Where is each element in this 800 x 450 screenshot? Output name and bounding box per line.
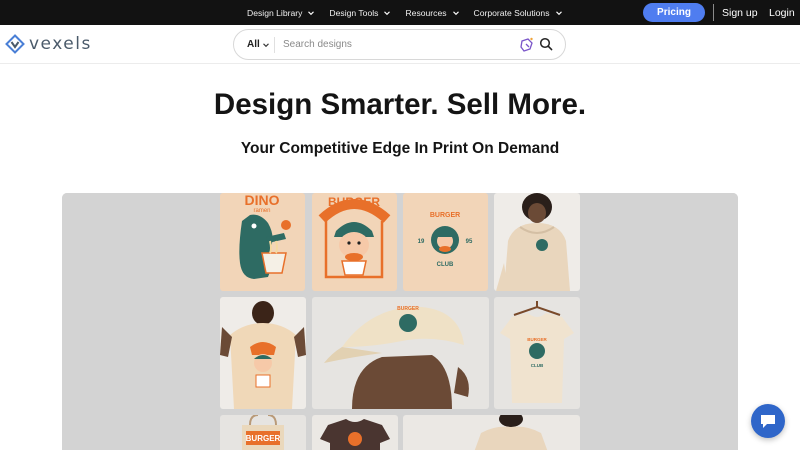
ai-magic-icon[interactable] xyxy=(519,36,535,53)
club-text: CLUB xyxy=(531,363,544,368)
vexels-logo[interactable]: vexels xyxy=(5,34,92,54)
nav-label: Design Library xyxy=(247,7,303,18)
hoodie-mockup-tile[interactable] xyxy=(494,193,580,291)
burger-club-illustration: BURGER 19 95 CLUB xyxy=(418,212,473,268)
nav-corporate-solutions[interactable]: Corporate Solutions xyxy=(474,8,563,18)
nav-design-library[interactable]: Design Library xyxy=(247,8,315,18)
dark-tshirt-tile[interactable] xyxy=(312,415,398,450)
burger-title-text: BURGER xyxy=(246,434,281,443)
nav-design-tools[interactable]: Design Tools xyxy=(329,8,391,18)
nav-label: Resources xyxy=(405,7,447,18)
chevron-down-icon xyxy=(555,10,562,15)
chevron-down-icon xyxy=(384,10,391,15)
year-right-text: 95 xyxy=(466,239,473,245)
sweatshirt-model-photo xyxy=(474,415,548,450)
dino-ramen-design-tile[interactable]: DINO ramen xyxy=(220,193,305,291)
burger-title-text: BURGER xyxy=(328,195,380,209)
hoodie-model-photo xyxy=(496,193,570,291)
dino-ramen-illustration: DINO ramen xyxy=(239,193,291,279)
search-divider xyxy=(274,37,275,53)
hanger-tshirt-photo: BURGER CLUB xyxy=(500,301,574,403)
search-category-select[interactable]: All xyxy=(247,30,270,59)
burger-boy-design-tile[interactable]: BURGER xyxy=(312,193,397,291)
nav-label: Design Tools xyxy=(329,7,379,18)
dark-tshirt-photo xyxy=(320,419,390,450)
vexels-logo-icon xyxy=(5,34,25,54)
left-fade-panel xyxy=(62,193,220,450)
dino-title-text: DINO xyxy=(245,193,280,208)
chevron-down-icon xyxy=(452,10,459,15)
cap-model-photo: BURGER xyxy=(324,306,469,409)
search-icon[interactable] xyxy=(539,37,553,51)
nav-label: Corporate Solutions xyxy=(473,7,550,18)
burger-title-text: BURGER xyxy=(430,212,460,219)
cap-mockup-tile[interactable]: BURGER xyxy=(312,297,489,409)
search-bar: All xyxy=(233,29,566,60)
tote-bag-photo: BURGER xyxy=(242,415,284,450)
search-category-label: All xyxy=(247,39,260,50)
signup-link[interactable]: Sign up xyxy=(722,0,758,25)
chat-icon xyxy=(761,415,775,428)
burger-boy-illustration: BURGER xyxy=(318,195,391,279)
search-input[interactable] xyxy=(283,35,503,54)
pricing-button[interactable]: Pricing xyxy=(643,3,705,22)
logo-text: vexels xyxy=(29,34,92,54)
login-link[interactable]: Login xyxy=(769,0,795,25)
tshirt-model-photo xyxy=(220,301,306,409)
showcase-gallery: DINO ramen BURGER BURGER 19 95 CLUB BURG… xyxy=(62,193,738,450)
tshirt-model-tile[interactable] xyxy=(220,297,306,409)
top-bar: Design Library Design Tools Resources Co… xyxy=(0,0,800,25)
chevron-down-icon xyxy=(262,42,269,47)
nav-divider xyxy=(713,4,714,21)
dino-sub-text: ramen xyxy=(253,208,270,214)
year-left-text: 19 xyxy=(418,239,425,245)
burger-club-design-tile[interactable]: BURGER 19 95 CLUB xyxy=(403,193,488,291)
burger-title-text: BURGER xyxy=(397,306,419,312)
site-header: vexels All xyxy=(0,25,800,64)
chevron-down-icon xyxy=(308,10,315,15)
hero-title: Design Smarter. Sell More. xyxy=(213,88,587,121)
hero-subtitle: Your Competitive Edge In Print On Demand xyxy=(240,140,560,157)
club-text: CLUB xyxy=(437,262,454,268)
sweatshirt-model-tile[interactable] xyxy=(403,415,580,450)
right-fade-panel xyxy=(580,193,738,450)
top-nav: Design Library Design Tools Resources Co… xyxy=(247,0,577,25)
nav-resources[interactable]: Resources xyxy=(405,8,459,18)
burger-title-text: BURGER xyxy=(527,337,547,342)
chat-button[interactable] xyxy=(751,404,785,438)
tote-bag-tile[interactable]: BURGER xyxy=(220,415,306,450)
hanger-tshirt-tile[interactable]: BURGER CLUB xyxy=(494,297,580,409)
